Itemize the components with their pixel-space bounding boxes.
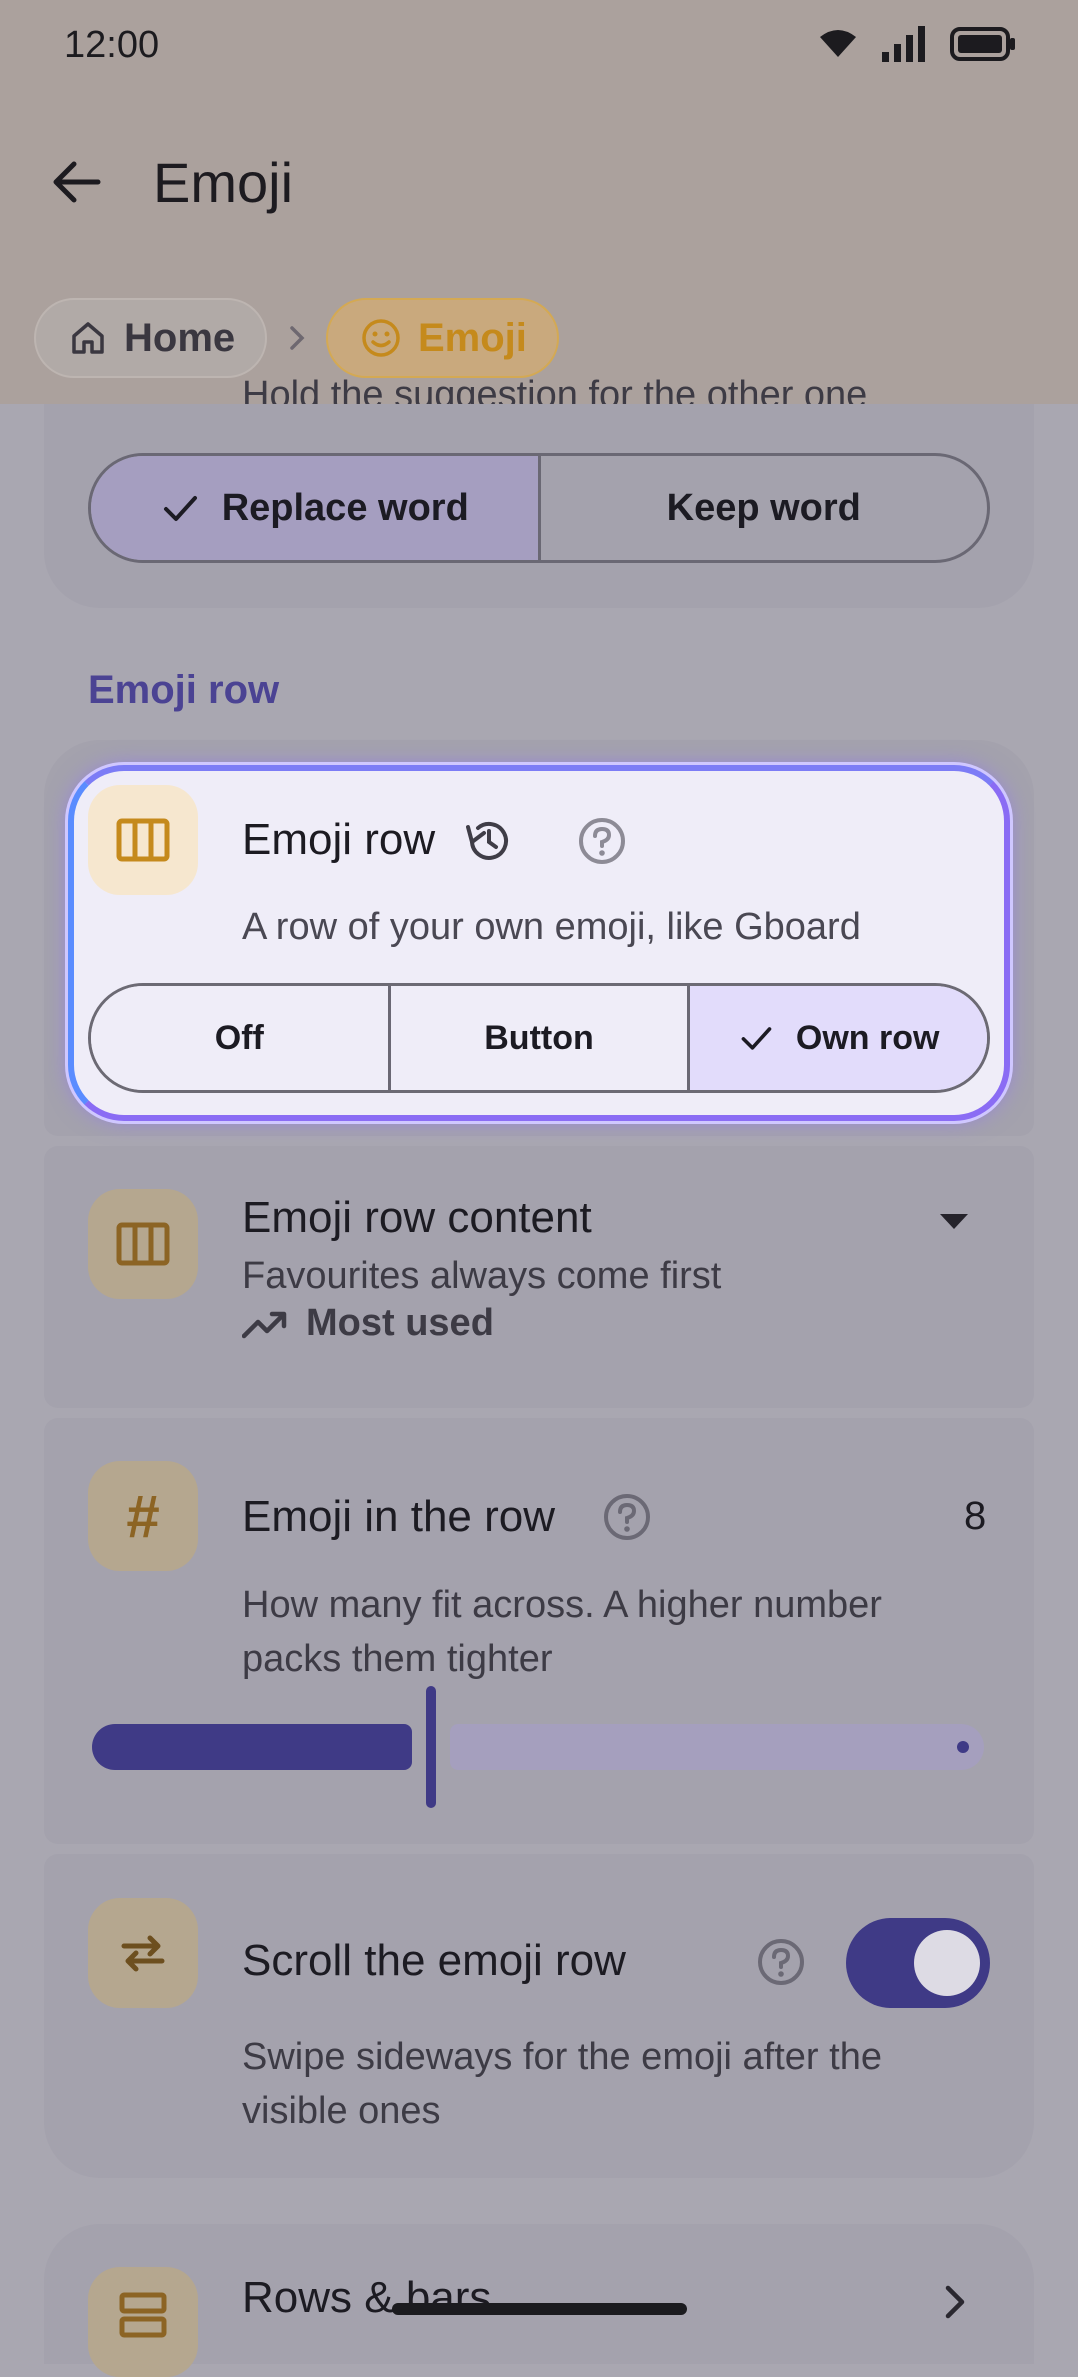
- status-icons: [818, 26, 1016, 62]
- breadcrumb-home-label: Home: [124, 315, 236, 360]
- rows-bars-title: Rows & bars: [242, 2273, 492, 2322]
- help-icon[interactable]: [602, 1492, 652, 1542]
- keep-word-label: Keep word: [666, 486, 861, 529]
- home-icon: [72, 322, 104, 354]
- emoji-count-slider[interactable]: [92, 1686, 984, 1808]
- own-row-label: Own row: [795, 1018, 940, 1057]
- replace-word-label: Replace word: [221, 486, 469, 529]
- keep-word-option[interactable]: Keep word: [537, 456, 988, 560]
- most-used-label: Most used: [306, 1302, 494, 1344]
- emoji-in-row-subtitle-line-1: How many fit across. A higher number: [242, 1584, 882, 1626]
- breadcrumb-home[interactable]: Home: [34, 298, 268, 378]
- emoji-row-off-option[interactable]: Off: [91, 986, 388, 1090]
- scroll-emoji-row-subtitle-line-1: Swipe sideways for the emoji after the: [242, 2036, 882, 2078]
- slider-thumb[interactable]: [426, 1686, 436, 1808]
- chevron-right-icon: [940, 2280, 970, 2329]
- swap-horizontal-icon: [121, 1935, 165, 1972]
- hash-icon: #: [126, 1482, 160, 1550]
- scroll-emoji-row-subtitle: Swipe sideways for the emoji after the v…: [242, 2030, 882, 2138]
- emoji-in-row-icon-tile: #: [88, 1461, 198, 1571]
- breadcrumb-emoji[interactable]: Emoji: [326, 298, 559, 378]
- help-icon[interactable]: [577, 816, 627, 866]
- replace-keep-toggle: Replace word Keep word: [88, 453, 990, 563]
- slider-end-dot: [957, 1741, 969, 1753]
- emoji-in-row-title: Emoji in the row: [242, 1492, 556, 1541]
- emoji-row-subtitle: A row of your own emoji, like Gboard: [242, 906, 861, 948]
- home-indicator[interactable]: [392, 2303, 687, 2315]
- emoji-row-icon-tile: [88, 785, 198, 895]
- emoji-row-content-subtitle: Favourites always come first: [242, 1255, 722, 1297]
- back-button[interactable]: [46, 150, 110, 214]
- chevron-right-icon: [282, 318, 312, 363]
- trending-up-icon: [242, 1311, 287, 1338]
- emoji-in-row-subtitle: How many fit across. A higher number pac…: [242, 1578, 882, 1686]
- columns-icon: [116, 1222, 170, 1266]
- status-time: 12:00: [64, 24, 160, 66]
- switch-thumb: [914, 1930, 980, 1996]
- emoji-in-row-subtitle-line-2: packs them tighter: [242, 1638, 553, 1680]
- button-label: Button: [484, 1018, 594, 1057]
- scroll-emoji-row-title: Scroll the emoji row: [242, 1936, 626, 1985]
- emoji-row-title: Emoji row: [242, 815, 436, 864]
- emoji-row-mode-toggle: Off Button Own row: [88, 983, 990, 1093]
- rows-icon: [119, 2292, 167, 2338]
- check-icon: [163, 496, 197, 521]
- signal-icon: [882, 26, 925, 62]
- emoji-row-content-title: Emoji row content: [242, 1193, 592, 1242]
- history-icon[interactable]: [462, 815, 514, 872]
- slider-active-track: [92, 1724, 412, 1770]
- battery-icon: [950, 27, 1015, 61]
- breadcrumb-emoji-label: Emoji: [418, 315, 527, 360]
- dropdown-arrow-icon[interactable]: [938, 1212, 970, 1237]
- emoji-row-content-icon-tile: [88, 1189, 198, 1299]
- smiley-icon: [362, 319, 400, 357]
- check-icon: [741, 1027, 772, 1050]
- cut-off-text: Hold the suggestion for the other one: [242, 374, 868, 404]
- emoji-row-own-row-option[interactable]: Own row: [687, 986, 987, 1090]
- scroll-emoji-row-subtitle-line-2: visible ones: [242, 2090, 441, 2132]
- columns-icon: [116, 818, 170, 862]
- emoji-row-button-option[interactable]: Button: [387, 986, 688, 1090]
- arrow-left-icon: [53, 161, 101, 203]
- section-label: Emoji row: [88, 668, 280, 712]
- off-label: Off: [214, 1018, 264, 1057]
- scroll-emoji-row-icon-tile: [88, 1898, 198, 2008]
- emoji-row-content-value: Most used: [242, 1302, 494, 1345]
- help-icon[interactable]: [756, 1937, 806, 1987]
- emoji-in-row-value: 8: [964, 1494, 987, 1538]
- slider-inactive-track: [450, 1724, 984, 1770]
- wifi-icon: [820, 30, 856, 57]
- scroll-emoji-row-switch[interactable]: [846, 1918, 990, 2008]
- replace-word-option[interactable]: Replace word: [91, 456, 538, 560]
- page-title: Emoji: [153, 151, 294, 214]
- rows-bars-icon-tile: [88, 2267, 198, 2377]
